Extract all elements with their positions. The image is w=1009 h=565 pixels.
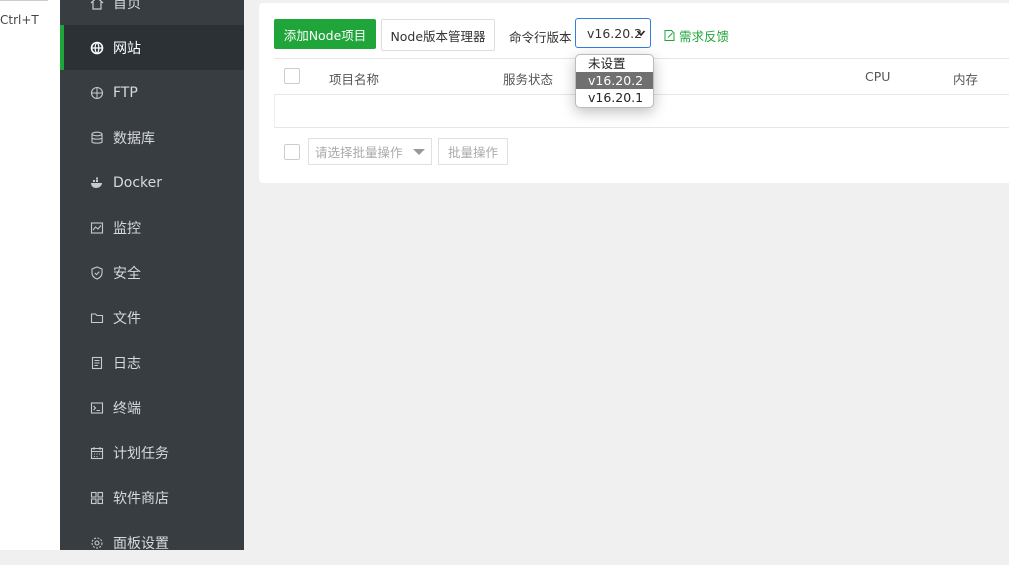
folder-icon [90,312,104,323]
docker-icon [91,177,102,188]
browser-left-strip: Ctrl+T [0,0,60,550]
node-version-manager-button[interactable]: Node版本管理器 [381,19,495,51]
sidebar-item-label: 终端 [113,400,141,417]
sidebar-item-logs[interactable]: 日志 [60,340,244,385]
sidebar-item-label: 安全 [113,265,141,282]
monitor-icon [90,221,104,234]
sidebar-item-database[interactable]: 数据库 [60,115,244,160]
sidebar-item-monitor[interactable]: 监控 [60,205,244,250]
sidebar-item-app-store[interactable]: 软件商店 [60,475,244,520]
sidebar-item-website[interactable]: 网站 [60,25,244,70]
cli-version-value: v16.20.2 [587,25,643,41]
batch-operation-button[interactable]: 批量操作 [438,138,508,165]
sidebar-item-home[interactable]: 首页 [60,0,244,25]
cli-version-select[interactable]: v16.20.2 [575,18,651,48]
cli-version-label: 命令行版本 [509,30,572,45]
dropdown-option[interactable]: v16.20.1 [576,89,653,106]
sidebar-item-label: 首页 [113,0,141,12]
batch-operation-select[interactable]: 请选择批量操作 [308,138,432,165]
sidebar-item-label: FTP [113,84,138,101]
feedback-link[interactable]: 需求反馈 [663,26,729,45]
sidebar-item-label: 计划任务 [113,445,169,462]
database-icon [91,131,103,144]
divider [0,0,48,1]
add-node-project-button[interactable]: 添加Node项目 [274,19,376,49]
column-header-name: 项目名称 [329,72,380,87]
dropdown-option[interactable]: 未设置 [576,55,653,72]
chevron-down-icon [636,30,646,37]
calendar-icon [90,446,104,459]
sidebar-item-label: 数据库 [113,130,155,147]
feedback-label: 需求反馈 [679,29,730,44]
home-icon [90,0,104,10]
log-icon [91,356,103,369]
terminal-icon [90,401,104,414]
dropdown-option-selected[interactable]: v16.20.2 [576,72,653,89]
globe-icon [90,41,104,54]
sidebar-item-docker[interactable]: Docker [60,160,244,205]
column-header-memory: 内存 [953,72,979,87]
cli-version-dropdown: 未设置 v16.20.2 v16.20.1 [575,54,654,108]
sidebar-item-terminal[interactable]: 终端 [60,385,244,430]
settings-icon [91,536,103,549]
shortcut-hint: Ctrl+T [0,13,39,27]
caret-down-icon [413,149,425,155]
batch-checkbox[interactable] [284,144,300,160]
sidebar-item-label: 网站 [113,40,141,57]
sidebar-item-security[interactable]: 安全 [60,250,244,295]
ftp-globe-icon [90,86,104,99]
sidebar: 首页 网站 FTP 数据库 Docker 监控 安全 文件 日志 终端 计划任务 [60,0,244,552]
sidebar-item-label: Docker [113,174,163,191]
shield-icon [91,265,103,280]
sidebar-item-files[interactable]: 文件 [60,295,244,340]
sidebar-item-cron[interactable]: 计划任务 [60,430,244,475]
sidebar-item-label: 日志 [113,355,141,372]
batch-select-placeholder: 请选择批量操作 [315,145,403,160]
select-all-checkbox[interactable] [284,68,300,84]
sidebar-item-ftp[interactable]: FTP [60,70,244,115]
sidebar-item-panel-settings[interactable]: 面板设置 [60,520,244,565]
column-header-cpu: CPU [865,69,891,84]
edit-icon [664,30,675,41]
apps-icon [90,491,104,504]
sidebar-item-label: 软件商店 [113,490,169,507]
sidebar-item-label: 文件 [113,310,141,327]
column-header-status: 服务状态 [503,72,554,87]
sidebar-item-label: 监控 [113,220,141,237]
